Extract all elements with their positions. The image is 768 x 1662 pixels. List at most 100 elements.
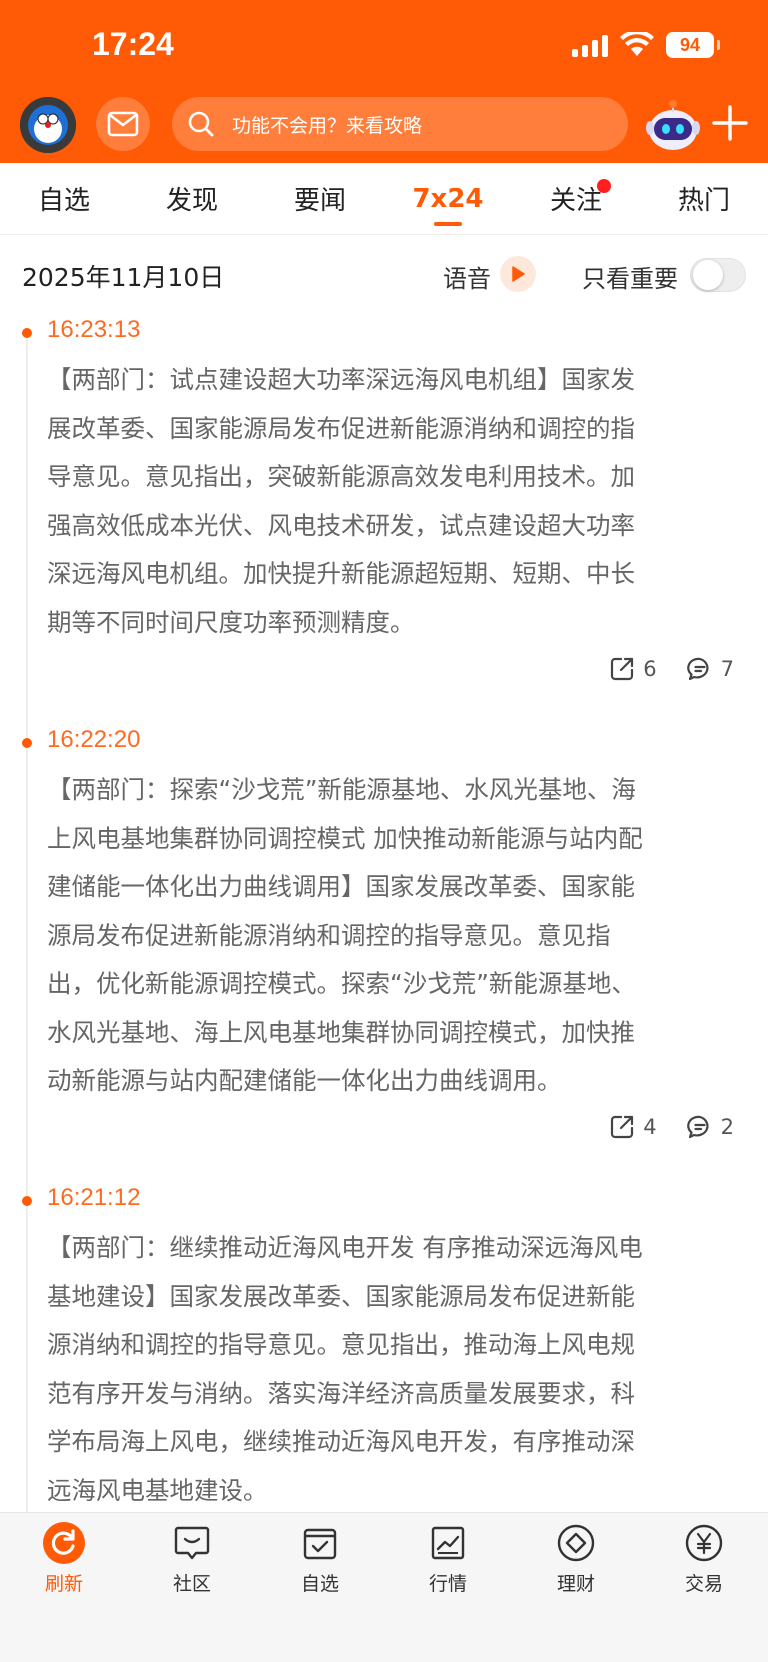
avatar[interactable] (20, 97, 76, 153)
tab-label: 自选 (37, 186, 90, 216)
search-placeholder: 功能不会用？来看攻略 (232, 114, 423, 137)
news-time: 16:21:12 (47, 1184, 141, 1211)
tab-label: 7x24 (412, 183, 484, 214)
comment-button[interactable]: 7 (686, 656, 734, 682)
share-count: 4 (643, 1115, 657, 1139)
share-count: 6 (643, 657, 657, 681)
news-body: 【两部门：探索“沙戈荒”新能源基地、水风光基地、海 上风电基地集群协同调控模式 … (47, 766, 747, 1106)
news-item[interactable]: 16:23:13 【两部门：试点建设超大功率深远海风电机组】国家发 展改革委、国… (0, 314, 768, 694)
line-chart-icon (426, 1521, 470, 1565)
news-body: 【两部门：继续推动近海风电开发 有序推动深远海风电 基地建设】国家发展改革委、国… (47, 1224, 747, 1512)
mail-button[interactable] (96, 97, 150, 151)
signal-icon (572, 33, 608, 57)
plus-button[interactable] (710, 101, 750, 145)
comment-count: 2 (720, 1115, 734, 1139)
robot-icon[interactable] (640, 92, 706, 158)
share-button[interactable]: 6 (609, 656, 657, 682)
news-time: 16:22:20 (47, 726, 141, 753)
news-line: 基地建设】国家发展改革委、国家能源局发布促进新能 (47, 1281, 635, 1311)
status-icons: 94 (572, 30, 720, 60)
nav-market[interactable]: 行情 (384, 1521, 512, 1603)
tab-watchlist[interactable]: 自选 (0, 163, 128, 234)
tab-discover[interactable]: 发现 (128, 163, 256, 234)
news-line: 【两部门：试点建设超大功率深远海风电机组】国家发 (47, 365, 635, 394)
mail-icon (107, 111, 139, 137)
refresh-icon (42, 1521, 86, 1565)
news-line: 动新能源与站内配建储能一体化出力曲线调用。 (47, 1066, 562, 1095)
tab-headlines[interactable]: 要闻 (256, 163, 384, 234)
nav-wealth[interactable]: 理财 (512, 1521, 640, 1603)
news-line: 【两部门：探索“沙戈荒”新能源基地、水风光基地、海 (47, 775, 636, 804)
checked-box-icon (298, 1521, 342, 1565)
tab-label: 发现 (165, 186, 218, 216)
news-time: 16:23:13 (47, 316, 141, 343)
nav-community[interactable]: 社区 (128, 1521, 256, 1603)
news-line: 建储能一体化出力曲线调用】国家发展改革委、国家能 (47, 872, 635, 901)
news-line: 上风电基地集群协同调控模式 加快推动新能源与站内配 (47, 823, 643, 853)
news-line: 水风光基地、海上风电基地集群协同调控模式，加快推 (47, 1017, 635, 1047)
share-button[interactable]: 4 (609, 1114, 657, 1140)
active-tab-indicator (434, 222, 462, 226)
voice-play-button[interactable] (500, 256, 536, 292)
tab-label: 要闻 (293, 186, 346, 216)
nav-label: 自选 (300, 1573, 339, 1595)
timeline-dot (22, 328, 32, 338)
nav-label: 行情 (428, 1573, 467, 1595)
comment-count: 7 (720, 657, 734, 681)
filter-row: 2025年11月10日 语音 只看重要 (0, 236, 768, 314)
news-line: 范有序开发与消纳。落实海洋经济高质量发展要求，科 (47, 1378, 635, 1408)
yen-icon (682, 1521, 726, 1565)
toggle-knob (693, 260, 723, 290)
search-icon (186, 109, 216, 139)
bottom-nav: 刷新 社区 自选 行情 理财 交易 (0, 1512, 768, 1662)
news-line: 源消纳和调控的指导意见。意见指出，推动海上风电规 (47, 1330, 635, 1359)
tab-hot[interactable]: 热门 (640, 163, 768, 234)
nav-refresh[interactable]: 刷新 (0, 1521, 128, 1603)
news-line: 【两部门：继续推动近海风电开发 有序推动深远海风电 (47, 1233, 643, 1262)
diamond-icon (554, 1521, 598, 1565)
nav-trade[interactable]: 交易 (640, 1521, 768, 1603)
status-time: 17:24 (92, 26, 174, 62)
nav-label: 理财 (556, 1573, 595, 1595)
search-bar[interactable]: 功能不会用？来看攻略 (172, 97, 628, 151)
voice-label[interactable]: 语音 (443, 259, 491, 294)
news-line: 出，优化新能源调控模式。探索“沙戈荒”新能源基地、 (47, 969, 636, 998)
important-only-toggle[interactable] (690, 258, 746, 292)
news-line: 学布局海上风电，继续推动近海风电开发，有序推动深 (47, 1427, 635, 1456)
tab-label: 热门 (677, 186, 730, 216)
news-body: 【两部门：试点建设超大功率深远海风电机组】国家发 展改革委、国家能源局发布促进新… (47, 356, 747, 647)
news-line: 源局发布促进新能源消纳和调控的指导意见。意见指 (47, 920, 611, 950)
news-line: 强高效低成本光伏、风电技术研发，试点建设超大功率 (47, 510, 635, 540)
wifi-icon (620, 32, 654, 58)
news-line: 期等不同时间尺度功率预测精度。 (47, 607, 415, 637)
news-line: 深远海风电机组。加快提升新能源超短期、短期、中长 (47, 559, 635, 588)
nav-watchlist[interactable]: 自选 (256, 1521, 384, 1603)
share-icon (611, 1115, 634, 1139)
tab-following[interactable]: 关注 (512, 163, 640, 234)
nav-label: 刷新 (44, 1573, 83, 1595)
news-line: 展改革委、国家能源局发布促进新能源消纳和调控的指 (47, 413, 635, 443)
battery-icon: 94 (666, 32, 720, 58)
news-actions: 4 2 (609, 1114, 734, 1140)
app-header: 17:24 94 功能不会用？来看攻略 (0, 0, 768, 163)
plus-icon (712, 105, 748, 141)
news-item[interactable]: 16:22:20 【两部门：探索“沙戈荒”新能源基地、水风光基地、海 上风电基地… (0, 724, 768, 1144)
comment-icon (686, 657, 709, 681)
news-actions: 6 7 (609, 656, 734, 682)
important-only-label: 只看重要 (582, 265, 678, 293)
news-feed[interactable]: 16:23:13 【两部门：试点建设超大功率深远海风电机组】国家发 展改革委、国… (0, 314, 768, 1512)
timeline-dot (22, 738, 32, 748)
date-label: 2025年11月10日 (22, 263, 225, 292)
timeline-dot (22, 1196, 32, 1206)
notification-dot (597, 179, 611, 193)
news-item[interactable]: 16:21:12 【两部门：继续推动近海风电开发 有序推动深远海风电 基地建设】… (0, 1182, 768, 1512)
comment-button[interactable]: 2 (686, 1114, 734, 1140)
news-line: 远海风电基地建设。 (47, 1475, 268, 1505)
battery-level: 94 (679, 34, 701, 55)
play-icon (512, 266, 525, 282)
news-line: 导意见。意见指出，突破新能源高效发电利用技术。加 (47, 462, 635, 491)
tab-label: 关注 (549, 186, 602, 216)
share-icon (611, 657, 634, 681)
tab-7x24[interactable]: 7x24 (384, 163, 512, 234)
tab-bar: 自选 发现 要闻 7x24 关注 热门 (0, 163, 768, 235)
